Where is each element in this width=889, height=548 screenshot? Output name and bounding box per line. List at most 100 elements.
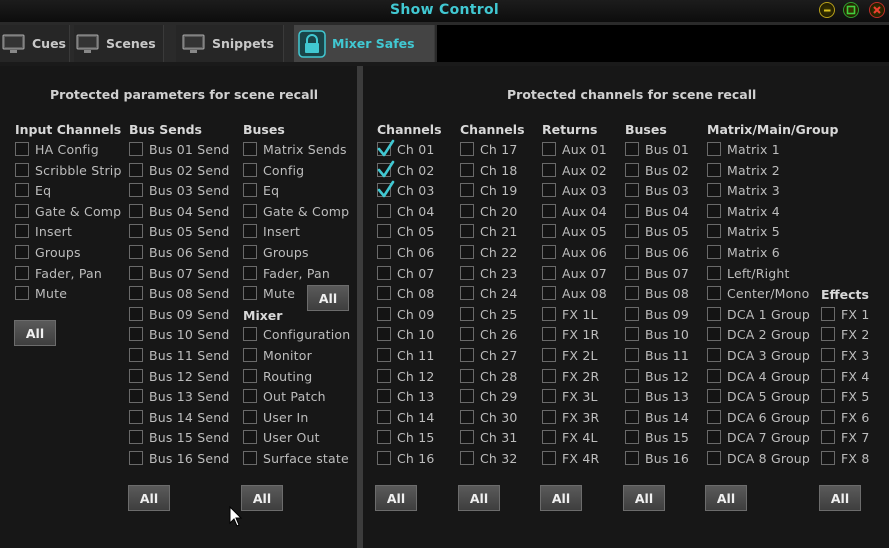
checkbox[interactable] bbox=[542, 410, 556, 424]
checkbox[interactable] bbox=[542, 430, 556, 444]
checkbox[interactable] bbox=[377, 160, 395, 178]
checkbox-channels-1-16-ch-05[interactable]: Ch 05 bbox=[377, 222, 435, 240]
checkbox[interactable] bbox=[707, 245, 721, 259]
checkbox-effects-fx-8[interactable]: FX 8 bbox=[821, 449, 869, 467]
checkbox-matrix-main-group-matrix-4[interactable]: Matrix 4 bbox=[707, 202, 780, 220]
checkbox[interactable] bbox=[377, 204, 391, 218]
checkbox-right-buses-bus-11[interactable]: Bus 11 bbox=[625, 346, 689, 364]
checkbox-channels-17-32-ch-28[interactable]: Ch 28 bbox=[460, 367, 518, 385]
checkbox-channels-17-32-ch-18[interactable]: Ch 18 bbox=[460, 161, 518, 179]
checkbox[interactable] bbox=[625, 410, 639, 424]
checkbox[interactable] bbox=[542, 327, 556, 341]
checkbox[interactable] bbox=[15, 204, 29, 218]
checkbox[interactable] bbox=[377, 348, 391, 362]
checkbox-effects-fx-2[interactable]: FX 2 bbox=[821, 325, 869, 343]
checkbox-right-buses-bus-02[interactable]: Bus 02 bbox=[625, 161, 689, 179]
checkbox-bus-sends-bus-04-send[interactable]: Bus 04 Send bbox=[129, 202, 230, 220]
checkbox-returns-aux-03[interactable]: Aux 03 bbox=[542, 181, 607, 199]
checkbox-mixer-surface-state[interactable]: Surface state bbox=[243, 449, 349, 467]
checkbox[interactable] bbox=[707, 286, 721, 300]
checkbox-input-channels-eq[interactable]: Eq bbox=[15, 181, 51, 199]
checkbox-right-buses-bus-10[interactable]: Bus 10 bbox=[625, 325, 689, 343]
checkbox-channels-17-32-ch-20[interactable]: Ch 20 bbox=[460, 202, 518, 220]
checkbox[interactable] bbox=[542, 183, 556, 197]
checkbox[interactable] bbox=[243, 224, 257, 238]
checkbox[interactable] bbox=[542, 142, 556, 156]
all-button-channels-17-32[interactable]: All bbox=[458, 485, 500, 511]
checkbox[interactable] bbox=[625, 204, 639, 218]
checkbox-channels-17-32-ch-24[interactable]: Ch 24 bbox=[460, 284, 518, 302]
checkbox[interactable] bbox=[129, 451, 143, 465]
checkbox-channels-17-32-ch-21[interactable]: Ch 21 bbox=[460, 222, 518, 240]
checkbox[interactable] bbox=[377, 286, 391, 300]
checkbox-right-buses-bus-13[interactable]: Bus 13 bbox=[625, 387, 689, 405]
checkbox[interactable] bbox=[15, 245, 29, 259]
checkbox-left-buses-mute[interactable]: Mute bbox=[243, 284, 295, 302]
checkbox[interactable] bbox=[129, 410, 143, 424]
checkbox-bus-sends-bus-07-send[interactable]: Bus 07 Send bbox=[129, 264, 230, 282]
checkbox[interactable] bbox=[460, 307, 474, 321]
checkbox[interactable] bbox=[707, 224, 721, 238]
checkbox[interactable] bbox=[377, 139, 395, 157]
checkbox-right-buses-bus-04[interactable]: Bus 04 bbox=[625, 202, 689, 220]
checkbox[interactable] bbox=[243, 410, 257, 424]
checkbox[interactable] bbox=[129, 307, 143, 321]
checkbox-channels-1-16-ch-04[interactable]: Ch 04 bbox=[377, 202, 435, 220]
checkbox[interactable] bbox=[821, 327, 835, 341]
checkbox-matrix-main-group-dca-7-group[interactable]: DCA 7 Group bbox=[707, 428, 810, 446]
checkbox-channels-17-32-ch-31[interactable]: Ch 31 bbox=[460, 428, 518, 446]
checkbox-bus-sends-bus-16-send[interactable]: Bus 16 Send bbox=[129, 449, 230, 467]
checkbox-mixer-monitor[interactable]: Monitor bbox=[243, 346, 312, 364]
checkbox-right-buses-bus-08[interactable]: Bus 08 bbox=[625, 284, 689, 302]
checkbox-channels-1-16-ch-16[interactable]: Ch 16 bbox=[377, 449, 435, 467]
checkbox-matrix-main-group-matrix-6[interactable]: Matrix 6 bbox=[707, 243, 780, 261]
checkbox[interactable] bbox=[542, 307, 556, 321]
tab-cues[interactable]: Cues bbox=[0, 25, 70, 62]
checkbox-left-buses-gate-and-comp[interactable]: Gate & Comp bbox=[243, 202, 349, 220]
checkbox-channels-17-32-ch-32[interactable]: Ch 32 bbox=[460, 449, 518, 467]
checkbox[interactable] bbox=[707, 183, 721, 197]
checkbox-right-buses-bus-05[interactable]: Bus 05 bbox=[625, 222, 689, 240]
checkbox[interactable] bbox=[243, 451, 257, 465]
checkbox[interactable] bbox=[460, 451, 474, 465]
checkbox[interactable] bbox=[243, 266, 257, 280]
checkbox-left-buses-matrix-sends[interactable]: Matrix Sends bbox=[243, 140, 347, 158]
all-button-bus-sends[interactable]: All bbox=[128, 485, 170, 511]
checkbox-channels-17-32-ch-29[interactable]: Ch 29 bbox=[460, 387, 518, 405]
checkbox-bus-sends-bus-10-send[interactable]: Bus 10 Send bbox=[129, 325, 230, 343]
checkbox-channels-1-16-ch-13[interactable]: Ch 13 bbox=[377, 387, 435, 405]
checkbox-returns-fx-4r[interactable]: FX 4R bbox=[542, 449, 599, 467]
checkbox[interactable] bbox=[821, 451, 835, 465]
checkbox[interactable] bbox=[707, 204, 721, 218]
checkbox[interactable] bbox=[821, 348, 835, 362]
checkbox[interactable] bbox=[460, 163, 474, 177]
checkbox-matrix-main-group-dca-2-group[interactable]: DCA 2 Group bbox=[707, 325, 810, 343]
checkbox-channels-17-32-ch-23[interactable]: Ch 23 bbox=[460, 264, 518, 282]
checkbox-channels-17-32-ch-30[interactable]: Ch 30 bbox=[460, 408, 518, 426]
checkbox[interactable] bbox=[377, 266, 391, 280]
checkbox-bus-sends-bus-02-send[interactable]: Bus 02 Send bbox=[129, 161, 230, 179]
checkbox[interactable] bbox=[460, 410, 474, 424]
checkbox-left-buses-fader-pan[interactable]: Fader, Pan bbox=[243, 264, 330, 282]
checkbox[interactable] bbox=[243, 348, 257, 362]
checkbox[interactable] bbox=[460, 327, 474, 341]
checkbox-input-channels-mute[interactable]: Mute bbox=[15, 284, 67, 302]
all-button-mixer[interactable]: All bbox=[241, 485, 283, 511]
tab-mixer-safes[interactable]: Mixer Safes bbox=[294, 25, 435, 62]
checkbox[interactable] bbox=[707, 389, 721, 403]
all-button-left-buses[interactable]: All bbox=[307, 285, 349, 311]
checkbox-returns-aux-01[interactable]: Aux 01 bbox=[542, 140, 607, 158]
checkbox-channels-1-16-ch-02[interactable]: Ch 02 bbox=[377, 160, 435, 179]
checkbox-channels-1-16-ch-03[interactable]: Ch 03 bbox=[377, 180, 435, 199]
checkbox-effects-fx-6[interactable]: FX 6 bbox=[821, 408, 869, 426]
checkbox-input-channels-scribble-strip[interactable]: Scribble Strip bbox=[15, 161, 122, 179]
checkbox[interactable] bbox=[707, 430, 721, 444]
checkbox[interactable] bbox=[460, 204, 474, 218]
checkbox[interactable] bbox=[707, 410, 721, 424]
all-button-returns[interactable]: All bbox=[540, 485, 582, 511]
checkbox[interactable] bbox=[625, 183, 639, 197]
checkbox-channels-1-16-ch-12[interactable]: Ch 12 bbox=[377, 367, 435, 385]
maximize-button[interactable] bbox=[843, 2, 859, 18]
checkbox[interactable] bbox=[707, 307, 721, 321]
checkbox[interactable] bbox=[129, 142, 143, 156]
